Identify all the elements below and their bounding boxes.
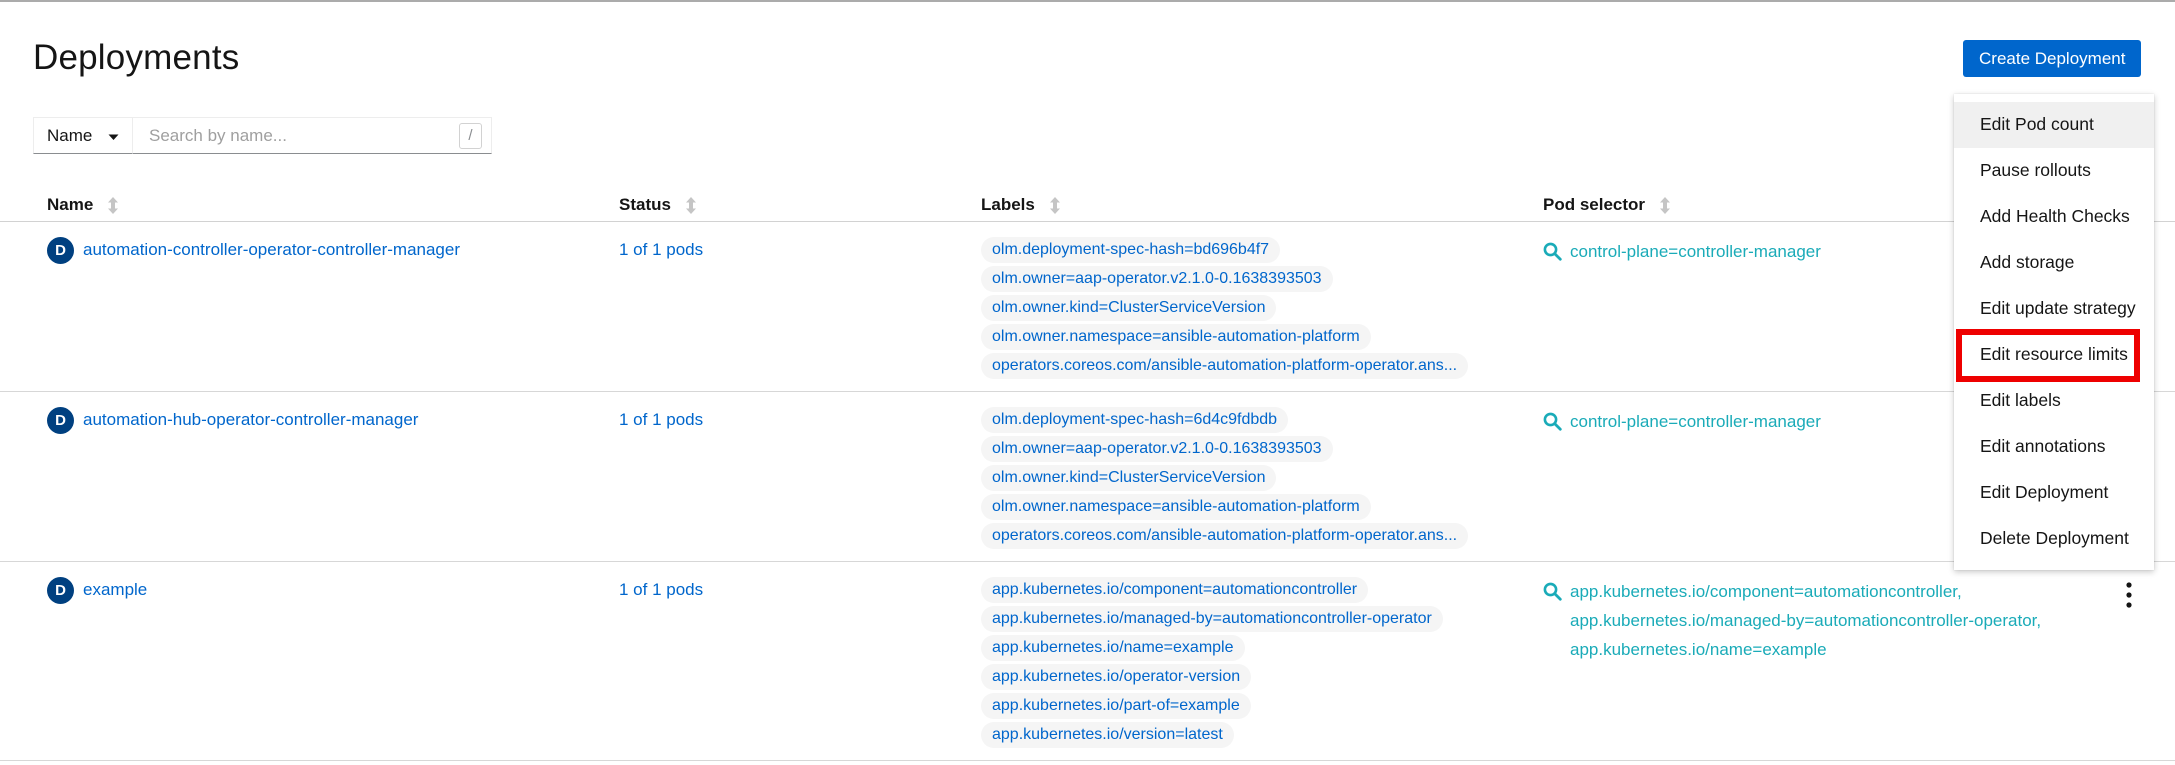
keyboard-shortcut-badge: / [459,123,482,149]
column-header-status[interactable]: Status [619,195,981,215]
label-chip[interactable]: olm.owner=aap-operator.v2.1.0-0.16383935… [981,266,1333,292]
filter-toolbar: Name / [33,117,492,154]
menu-item-add-storage[interactable]: Add storage [1954,240,2154,286]
create-deployment-button[interactable]: Create Deployment [1963,40,2141,77]
pods-status-link[interactable]: 1 of 1 pods [619,240,703,259]
table-row: Dautomation-controller-operator-controll… [0,222,2175,392]
deployment-name-link[interactable]: automation-hub-operator-controller-manag… [83,407,418,433]
menu-item-delete-deployment[interactable]: Delete Deployment [1954,516,2154,562]
pod-selector-link[interactable]: control-plane=controller-manager [1570,407,1821,436]
search-input[interactable] [147,125,451,147]
filter-attribute-label: Name [47,126,92,146]
label-chip[interactable]: operators.coreos.com/ansible-automation-… [981,523,1468,549]
label-chip[interactable]: operators.coreos.com/ansible-automation-… [981,353,1468,379]
menu-item-edit-update-strategy[interactable]: Edit update strategy [1954,286,2154,332]
labels-list: olm.deployment-spec-hash=bd696b4f7 olm.ow… [981,237,1543,379]
label-chip[interactable]: olm.owner.kind=ClusterServiceVersion [981,465,1276,491]
menu-item-add-health-checks[interactable]: Add Health Checks [1954,194,2154,240]
sort-icon[interactable] [685,197,697,214]
kebab-menu-button[interactable] [2116,581,2142,609]
chevron-down-icon [108,126,119,146]
deployment-resource-badge: D [47,407,74,434]
label-chip[interactable]: app.kubernetes.io/component=automationco… [981,577,1368,603]
column-header-label: Status [619,195,671,215]
deployment-name-link[interactable]: example [83,577,147,603]
deployment-resource-badge: D [47,577,74,604]
label-chip[interactable]: app.kubernetes.io/managed-by=automationc… [981,606,1443,632]
label-chip[interactable]: olm.deployment-spec-hash=bd696b4f7 [981,237,1280,263]
column-header-labels[interactable]: Labels [981,195,1543,215]
column-header-label: Name [47,195,93,215]
sort-icon[interactable] [1659,197,1671,214]
label-chip[interactable]: olm.deployment-spec-hash=6d4c9fdbdb [981,407,1288,433]
menu-item-edit-pod-count[interactable]: Edit Pod count [1954,102,2154,148]
table-row: Dexample 1 of 1 pods app.kubernetes.io/com… [0,562,2175,761]
menu-item-edit-annotations[interactable]: Edit annotations [1954,424,2154,470]
label-chip[interactable]: app.kubernetes.io/version=latest [981,722,1234,748]
table-header-row: Name Status Labels Pod selector [0,189,2175,222]
label-chip[interactable]: app.kubernetes.io/operator-version [981,664,1251,690]
column-header-label: Pod selector [1543,195,1645,215]
page-title: Deployments [33,38,239,78]
label-chip[interactable]: app.kubernetes.io/part-of=example [981,693,1251,719]
menu-item-edit-resource-limits[interactable]: Edit resource limits [1954,332,2154,378]
label-chip[interactable]: olm.owner.namespace=ansible-automation-p… [981,494,1371,520]
sort-icon[interactable] [107,197,119,214]
label-chip[interactable]: olm.owner=aap-operator.v2.1.0-0.16383935… [981,436,1333,462]
sort-icon[interactable] [1049,197,1061,214]
search-field-wrapper: / [133,117,492,154]
pod-selector-link[interactable]: app.kubernetes.io/name=example [1570,635,2041,664]
search-icon [1543,412,1562,431]
column-header-label: Labels [981,195,1035,215]
deployments-table: Name Status Labels Pod selector Dautomation… [0,189,2175,761]
deployment-resource-badge: D [47,237,74,264]
pods-status-link[interactable]: 1 of 1 pods [619,580,703,599]
label-chip[interactable]: olm.owner.namespace=ansible-automation-p… [981,324,1371,350]
kebab-icon [2126,582,2132,608]
menu-item-edit-labels[interactable]: Edit labels [1954,378,2154,424]
menu-item-pause-rollouts[interactable]: Pause rollouts [1954,148,2154,194]
table-row: Dautomation-hub-operator-controller-mana… [0,392,2175,562]
pods-status-link[interactable]: 1 of 1 pods [619,410,703,429]
search-icon [1543,242,1562,261]
masthead-divider [0,0,2175,2]
pod-selector-cell: app.kubernetes.io/component=automationco… [1543,577,2175,664]
pod-selector-link[interactable]: app.kubernetes.io/managed-by=automationc… [1570,606,2041,635]
actions-dropdown-menu: Edit Pod countPause rolloutsAdd Health C… [1954,94,2154,570]
label-chip[interactable]: olm.owner.kind=ClusterServiceVersion [981,295,1276,321]
search-icon [1543,582,1562,601]
menu-item-edit-deployment[interactable]: Edit Deployment [1954,470,2154,516]
pod-selector-link[interactable]: control-plane=controller-manager [1570,237,1821,266]
deployment-name-link[interactable]: automation-controller-operator-controlle… [83,237,460,263]
filter-attribute-dropdown[interactable]: Name [33,117,133,154]
labels-list: app.kubernetes.io/component=automationco… [981,577,1543,748]
column-header-name[interactable]: Name [0,195,619,215]
labels-list: olm.deployment-spec-hash=6d4c9fdbdb olm.o… [981,407,1543,549]
label-chip[interactable]: app.kubernetes.io/name=example [981,635,1245,661]
pod-selector-link[interactable]: app.kubernetes.io/component=automationco… [1570,577,2041,606]
